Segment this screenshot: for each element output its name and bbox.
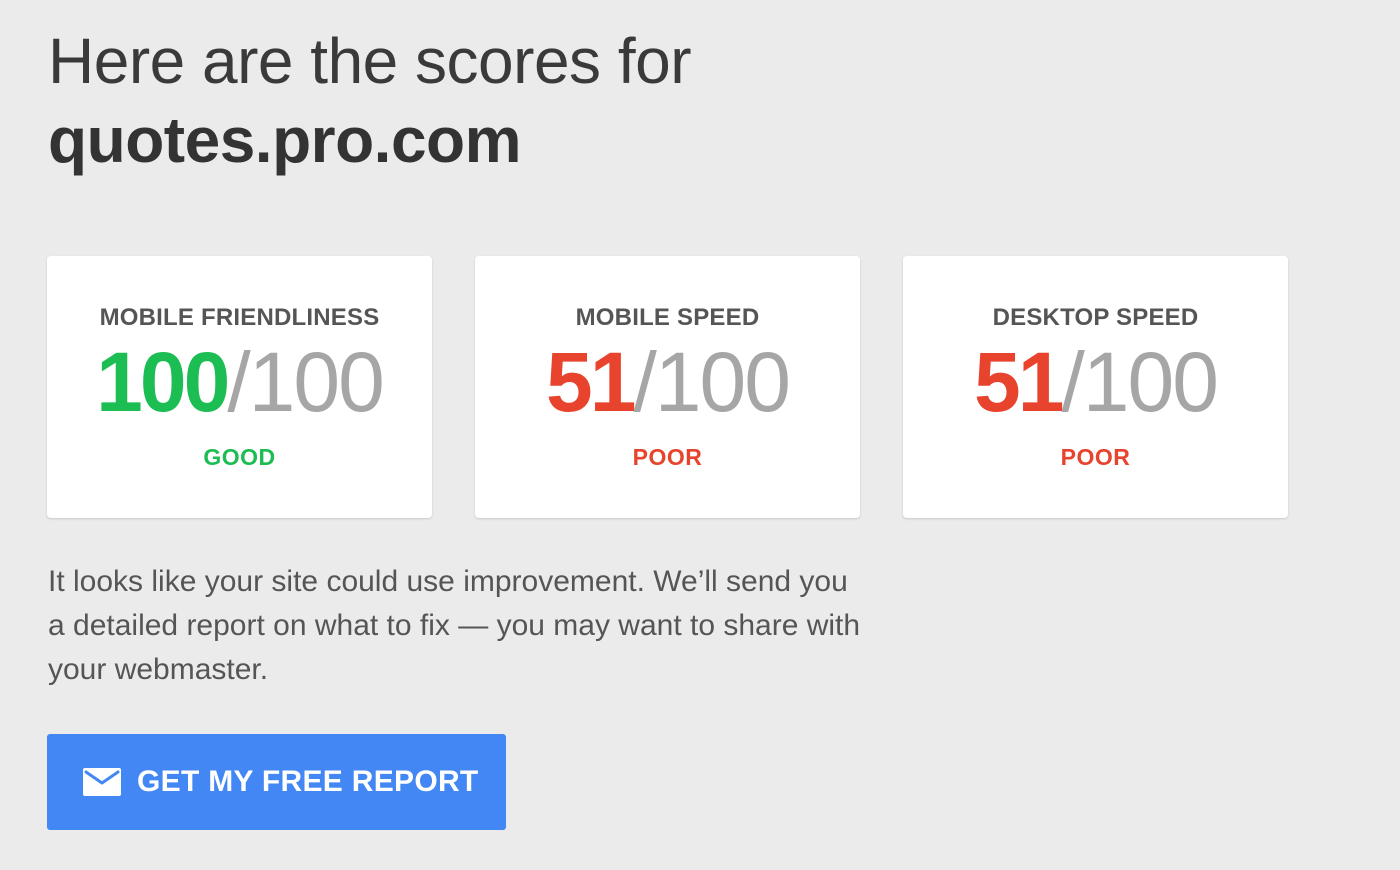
score-card-mobile-speed: MOBILE SPEED 51/100 POOR [475,256,860,518]
score-max: /100 [633,335,790,429]
score-line: 51/100 [475,340,860,424]
score-rating: GOOD [203,444,276,470]
score-line: 51/100 [903,340,1288,424]
site-domain: quotes.pro.com [48,104,522,176]
score-value: 51 [546,335,636,429]
score-rating: POOR [632,444,703,470]
score-card-desktop-speed: DESKTOP SPEED 51/100 POOR [903,256,1288,518]
get-free-report-label: GET MY FREE REPORT [137,765,479,798]
score-value: 51 [974,335,1064,429]
improvement-message: It looks like your site could use improv… [48,565,861,686]
score-max: /100 [1061,335,1218,429]
score-card-title: MOBILE SPEED [575,304,760,331]
score-card-title: MOBILE FRIENDLINESS [99,304,380,331]
score-card-title: DESKTOP SPEED [992,304,1199,331]
score-max: /100 [227,335,384,429]
headline-intro: Here are the scores for [48,25,692,97]
score-rating: POOR [1060,444,1131,470]
mail-icon [83,768,121,796]
page-title: Here are the scores for quotes.pro.com [48,22,692,180]
score-value: 100 [96,335,230,429]
get-free-report-button[interactable]: GET MY FREE REPORT [47,734,506,830]
score-cards: MOBILE FRIENDLINESS 100/100 GOOD MOBILE … [47,256,1288,518]
score-card-mobile-friendliness: MOBILE FRIENDLINESS 100/100 GOOD [47,256,432,518]
score-line: 100/100 [47,340,432,424]
